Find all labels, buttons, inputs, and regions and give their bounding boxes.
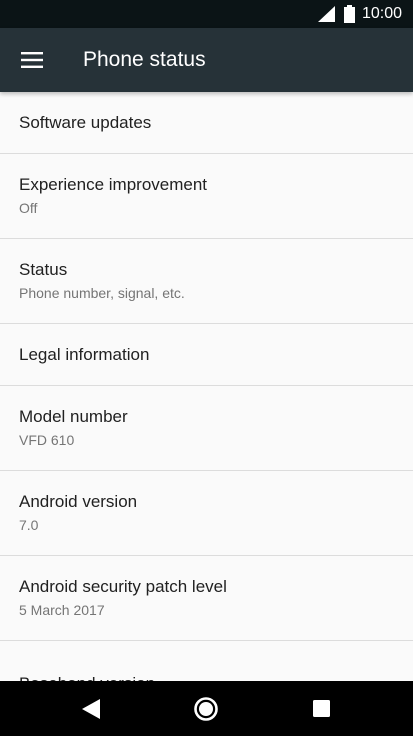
home-button[interactable]: [161, 681, 251, 736]
item-title: Status: [19, 260, 68, 279]
item-title: Android security patch level: [19, 577, 227, 596]
back-button[interactable]: [46, 681, 136, 736]
item-summary: 7.0: [19, 517, 39, 533]
item-title: Android version: [19, 492, 138, 511]
status-time: 10:00: [362, 5, 403, 22]
settings-list: Software updates Experience improvement …: [0, 92, 413, 681]
list-item-experience-improvement[interactable]: Experience improvement Off: [0, 154, 413, 239]
item-title: Software updates: [19, 112, 152, 132]
phone-status-screen: 10:00 Phone status Software updates Expe…: [0, 0, 413, 736]
back-icon: [82, 698, 100, 719]
signal-icon: [318, 6, 335, 22]
status-bar: 10:00: [0, 0, 413, 28]
list-item-baseband-version[interactable]: Baseband version: [0, 641, 413, 682]
item-title: Baseband version: [19, 673, 413, 682]
home-icon: [194, 696, 218, 721]
recents-button[interactable]: [276, 681, 366, 736]
list-item-legal-information[interactable]: Legal information: [0, 324, 413, 386]
app-toolbar: Phone status: [0, 28, 413, 92]
item-title: Model number: [19, 407, 128, 426]
list-item-status[interactable]: Status Phone number, signal, etc.: [0, 239, 413, 324]
item-summary: Off: [19, 200, 38, 216]
navigation-bar: [0, 681, 413, 736]
item-summary: Phone number, signal, etc.: [19, 285, 185, 301]
item-title: Experience improvement: [19, 175, 208, 194]
item-title: Legal information: [19, 344, 150, 364]
item-summary: VFD 610: [19, 432, 75, 448]
list-item-software-updates[interactable]: Software updates: [0, 92, 413, 154]
menu-button[interactable]: [8, 36, 56, 84]
item-summary: 5 March 2017: [19, 602, 105, 618]
page-title: Phone status: [83, 48, 206, 71]
list-item-android-version[interactable]: Android version 7.0: [0, 471, 413, 556]
list-item-model-number[interactable]: Model number VFD 610: [0, 386, 413, 471]
recents-icon: [312, 700, 330, 717]
list-item-security-patch-level[interactable]: Android security patch level 5 March 201…: [0, 556, 413, 641]
menu-icon: [21, 52, 43, 68]
battery-icon: [344, 5, 355, 23]
